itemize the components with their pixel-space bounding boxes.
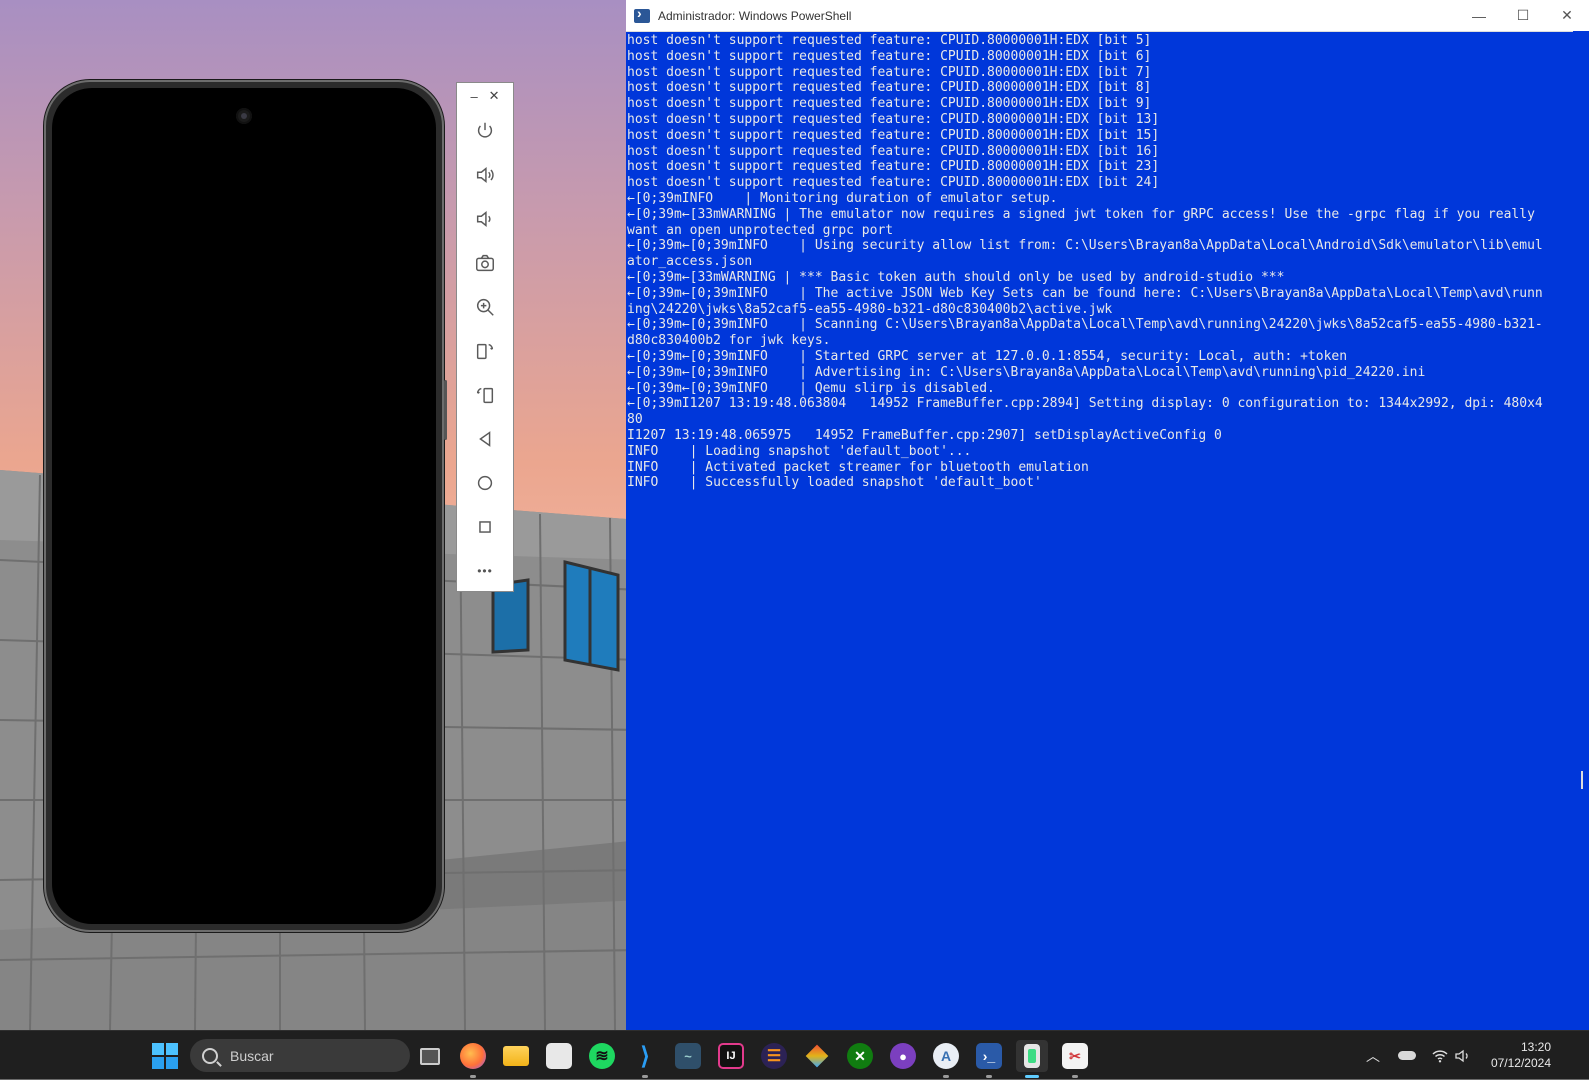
console-line: host doesn't support requested feature: …	[627, 48, 1152, 64]
onedrive-icon[interactable]	[1398, 1031, 1416, 1080]
back-icon	[479, 431, 491, 447]
power-button[interactable]	[457, 109, 513, 153]
taskbar-clock[interactable]: 13:20 07/12/2024	[1491, 1039, 1551, 1071]
console-line: host doesn't support requested feature: …	[627, 175, 1160, 191]
console-line: ←[0;39m←[0;39mINFO | Started GRPC server…	[627, 348, 1348, 364]
console-line: ←[0;39m←[33mWARNING | The emulator now r…	[627, 206, 1535, 222]
console-line: I1207 13:19:48.065975 14952 FrameBuffer.…	[627, 427, 1222, 443]
emulator-toolbar: – ✕ •••	[456, 82, 514, 592]
power-icon	[477, 122, 493, 138]
file-explorer-icon[interactable]	[500, 1040, 532, 1072]
taskbar: Buscar ≋ ⟩ ~ IJ ☰ ✕ ● A ›_ ✂ ︿ 13:20 07/…	[0, 1030, 1589, 1079]
console-line: INFO | Successfully loaded snapshot 'def…	[627, 475, 1042, 491]
emulator-minimize-button[interactable]: –	[470, 89, 477, 104]
home-icon	[477, 475, 493, 491]
emulator-icon[interactable]	[1016, 1040, 1048, 1078]
maximize-button[interactable]: ☐	[1501, 7, 1545, 24]
firefox-icon[interactable]	[457, 1040, 489, 1078]
console-line: ator_access.json	[627, 254, 753, 270]
emulator-close-button[interactable]: ✕	[489, 88, 500, 104]
console-line: host doesn't support requested feature: …	[627, 33, 1152, 48]
console-line: want an open unprotected grpc port	[627, 222, 894, 238]
wifi-icon[interactable]	[1432, 1031, 1448, 1080]
search-icon	[202, 1047, 218, 1064]
zoom-button[interactable]	[457, 285, 513, 329]
console-scrollbar[interactable]	[1573, 31, 1589, 1030]
console-line: INFO | Loading snapshot 'default_boot'..…	[627, 443, 972, 459]
scrollbar-thumb[interactable]	[1581, 771, 1583, 789]
console-line: host doesn't support requested feature: …	[627, 96, 1152, 112]
camera-icon	[476, 254, 494, 272]
home-button[interactable]	[457, 461, 513, 505]
zoom-icon	[476, 298, 494, 316]
volume-up-button[interactable]	[457, 153, 513, 197]
chevron-up-icon: ︿	[1366, 1047, 1380, 1064]
powershell-titlebar[interactable]: Administrador: Windows PowerShell — ☐ ✕	[626, 0, 1589, 32]
more-button[interactable]: •••	[457, 549, 513, 593]
rotate-left-button[interactable]	[457, 329, 513, 373]
console-line: host doesn't support requested feature: …	[627, 159, 1160, 175]
git-icon[interactable]	[801, 1040, 833, 1072]
clock-date: 07/12/2024	[1490, 1056, 1551, 1070]
device-side-button	[444, 380, 447, 440]
console-line: d80c830400b2 for jwk keys.	[627, 333, 831, 349]
volume-down-button[interactable]	[457, 197, 513, 241]
rotate-right-button[interactable]	[457, 373, 513, 417]
screenshot-button[interactable]	[457, 241, 513, 285]
powershell-window: Administrador: Windows PowerShell — ☐ ✕ …	[626, 0, 1589, 1030]
task-view-icon[interactable]	[414, 1040, 446, 1072]
console-output[interactable]: host doesn't support requested feature: …	[626, 31, 1563, 1030]
search-placeholder: Buscar	[230, 1047, 274, 1064]
console-line: ←[0;39m←[0;39mINFO | Qemu slirp is disab…	[627, 380, 995, 396]
overview-button[interactable]	[457, 505, 513, 549]
github-desktop-icon[interactable]: ●	[887, 1040, 919, 1072]
eclipse-icon[interactable]: ☰	[758, 1040, 790, 1072]
front-camera	[236, 108, 252, 124]
console-line: ←[0;39mINFO | Monitoring duration of emu…	[627, 190, 1058, 206]
android-emulator-device	[44, 80, 447, 932]
console-line: ←[0;39m←[33mWARNING | *** Basic token au…	[627, 269, 1285, 285]
toolbar-header: – ✕	[457, 83, 513, 109]
spotify-icon[interactable]: ≋	[586, 1040, 618, 1072]
xbox-icon[interactable]: ✕	[844, 1040, 876, 1072]
powershell-icon	[634, 5, 650, 23]
intellij-icon[interactable]: IJ	[715, 1040, 747, 1072]
taskbar-search[interactable]: Buscar	[190, 1039, 410, 1072]
volume-icon[interactable]	[1455, 1031, 1471, 1080]
console-line: host doesn't support requested feature: …	[627, 143, 1160, 159]
close-button[interactable]: ✕	[1545, 7, 1589, 24]
console-line: 80	[627, 412, 643, 428]
snipping-tool-icon[interactable]: ✂	[1059, 1040, 1091, 1078]
vscode-icon[interactable]: ⟩	[629, 1040, 661, 1078]
minimize-button[interactable]: —	[1457, 8, 1501, 24]
mysql-workbench-icon[interactable]: ~	[672, 1040, 704, 1072]
microsoft-store-icon[interactable]	[543, 1040, 575, 1072]
console-line: ←[0;39mI1207 13:19:48.063804 14952 Frame…	[627, 396, 1543, 412]
volume-up-icon	[476, 167, 494, 183]
console-line: ←[0;39m←[0;39mINFO | Using security allo…	[627, 238, 1543, 254]
console-line: host doesn't support requested feature: …	[627, 111, 1160, 127]
more-icon: •••	[477, 564, 493, 578]
start-button[interactable]	[152, 1043, 178, 1069]
overview-icon	[479, 521, 491, 533]
powershell-icon[interactable]: ›_	[973, 1040, 1005, 1078]
console-line: ing\24220\jwks\8a52caf5-ea55-4980-b321-d…	[627, 301, 1113, 317]
rotate-right-icon	[476, 387, 494, 404]
show-hidden-icons-button[interactable]: ︿	[1366, 1031, 1380, 1080]
console-line: ←[0;39m←[0;39mINFO | Scanning C:\Users\B…	[627, 317, 1543, 333]
device-screen[interactable]	[52, 88, 436, 924]
console-line: INFO | Activated packet streamer for blu…	[627, 459, 1089, 475]
android-studio-icon[interactable]: A	[930, 1040, 962, 1078]
back-button[interactable]	[457, 417, 513, 461]
clock-time: 13:20	[1520, 1040, 1551, 1054]
console-line: host doesn't support requested feature: …	[627, 64, 1152, 80]
console-line: host doesn't support requested feature: …	[627, 80, 1152, 96]
console-line: host doesn't support requested feature: …	[627, 127, 1160, 143]
window-title: Administrador: Windows PowerShell	[658, 8, 852, 23]
rotate-left-icon	[476, 343, 494, 360]
console-line: ←[0;39m←[0;39mINFO | The active JSON Web…	[627, 285, 1543, 301]
volume-down-icon	[476, 211, 491, 227]
console-line: ←[0;39m←[0;39mINFO | Advertising in: C:\…	[627, 364, 1426, 380]
